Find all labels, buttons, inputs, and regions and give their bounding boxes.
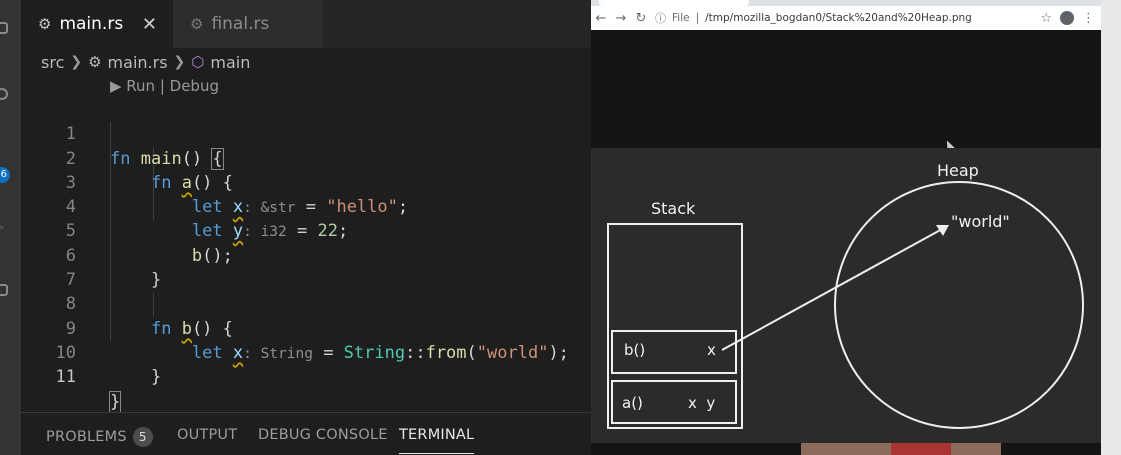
tab-label: final.rs xyxy=(211,14,270,34)
frame-b-name: b() xyxy=(624,341,646,359)
stack-heap-diagram: Stack Heap b() x a() x y "world" xyxy=(591,148,1101,443)
panel-tab-bar: PROBLEMS 5 OUTPUT DEBUG CONSOLE TERMINAL xyxy=(21,412,591,455)
diagram-shapes xyxy=(607,181,1084,429)
run-debug-codelens[interactable]: ▶ Run | Debug xyxy=(110,77,219,95)
code-line[interactable]: 1 fn main() { xyxy=(21,98,591,170)
tab-label: main.rs xyxy=(59,14,124,34)
breadcrumb-symbol[interactable]: main xyxy=(210,53,250,72)
editor-tab-bar: ⚙ main.rs ✕ ⚙ final.rs xyxy=(21,0,591,48)
chevron-right-icon: ❯ xyxy=(70,54,83,70)
rust-icon: ⚙ xyxy=(88,53,102,71)
debug-icon[interactable]: ▷ xyxy=(0,222,8,234)
editor: ⚙ main.rs ✕ ⚙ final.rs src ❯ ⚙ main.rs ❯… xyxy=(21,0,591,455)
code-line[interactable]: 3 let x: &str = "hello"; xyxy=(21,147,591,217)
tab-final-rs[interactable]: ⚙ final.rs xyxy=(173,0,323,48)
code-line[interactable]: 7 xyxy=(21,244,591,290)
function-cube-icon: ⬡ xyxy=(191,53,205,71)
breadcrumb-file[interactable]: main.rs xyxy=(108,53,168,72)
back-icon[interactable]: ← xyxy=(591,11,611,26)
code-line[interactable]: 4 let y: i32 = 22; xyxy=(21,171,591,241)
image-background-top xyxy=(591,30,1101,148)
code-line[interactable]: 5 b(); xyxy=(21,195,591,265)
chevron-right-icon: ❯ xyxy=(173,54,186,70)
url-scheme: File xyxy=(672,12,690,24)
code-line[interactable]: 2 fn a() { xyxy=(21,122,591,193)
code-line[interactable]: 10 } xyxy=(21,317,591,387)
forward-icon[interactable]: → xyxy=(611,11,631,26)
tab-problems[interactable]: PROBLEMS 5 xyxy=(46,427,153,447)
frame-b-vars: x xyxy=(707,341,716,359)
close-icon[interactable]: ✕ xyxy=(142,14,157,35)
code-area[interactable]: 1 fn main() { 2 fn a() { 3 let x: &str =… xyxy=(21,98,591,413)
stack-label: Stack xyxy=(651,199,696,218)
heap-label: Heap xyxy=(937,161,979,180)
frame-a-name: a() xyxy=(622,394,643,412)
explorer-icon[interactable] xyxy=(0,22,8,34)
tab-output[interactable]: OUTPUT xyxy=(177,427,237,443)
profile-avatar-icon[interactable] xyxy=(1060,11,1074,25)
browser-window: ← → ↻ ⓘ File | /tmp/mozilla_bogdan0/Stac… xyxy=(591,0,1121,455)
url-text[interactable]: /tmp/mozilla_bogdan0/Stack%20and%20Heap.… xyxy=(705,12,972,24)
address-bar[interactable]: ⓘ File | /tmp/mozilla_bogdan0/Stack%20an… xyxy=(651,8,1040,28)
code-line[interactable]: 9 let x: String = String::from("world"); xyxy=(21,292,591,363)
reload-icon[interactable]: ↻ xyxy=(631,11,651,26)
problems-count-badge: 5 xyxy=(132,427,153,447)
rust-icon: ⚙ xyxy=(38,15,52,33)
tab-debug-console[interactable]: DEBUG CONSOLE xyxy=(258,427,388,443)
flag-decor xyxy=(891,443,951,455)
tab-main-rs[interactable]: ⚙ main.rs ✕ xyxy=(21,0,173,48)
search-icon[interactable] xyxy=(0,88,8,100)
breadcrumb-folder[interactable]: src xyxy=(41,53,64,72)
kebab-menu-icon[interactable]: ⋮ xyxy=(1082,11,1095,26)
pointer-arrow-line xyxy=(721,227,945,351)
line-number: 11 xyxy=(55,367,76,388)
code-line[interactable]: 8 fn b() { xyxy=(21,268,591,338)
activity-bar: 6 ▷ xyxy=(0,0,21,455)
tab-terminal[interactable]: TERMINAL xyxy=(399,427,475,454)
heap-value: "world" xyxy=(951,212,1010,231)
info-icon[interactable]: ⓘ xyxy=(655,10,666,26)
browser-edge xyxy=(1101,0,1121,455)
frame-a-vars: x y xyxy=(688,394,716,412)
breadcrumb: src ❯ ⚙ main.rs ❯ ⬡ main xyxy=(41,50,250,74)
rust-icon: ⚙ xyxy=(190,15,204,33)
extensions-icon[interactable] xyxy=(0,284,8,296)
star-icon[interactable]: ☆ xyxy=(1040,11,1052,26)
url-separator: | xyxy=(695,12,700,24)
code-line[interactable]: 6 } xyxy=(21,219,591,290)
scm-badge: 6 xyxy=(0,167,10,183)
code-line[interactable]: 11 } xyxy=(21,341,591,413)
browser-toolbar: ← → ↻ ⓘ File | /tmp/mozilla_bogdan0/Stac… xyxy=(591,6,1101,30)
